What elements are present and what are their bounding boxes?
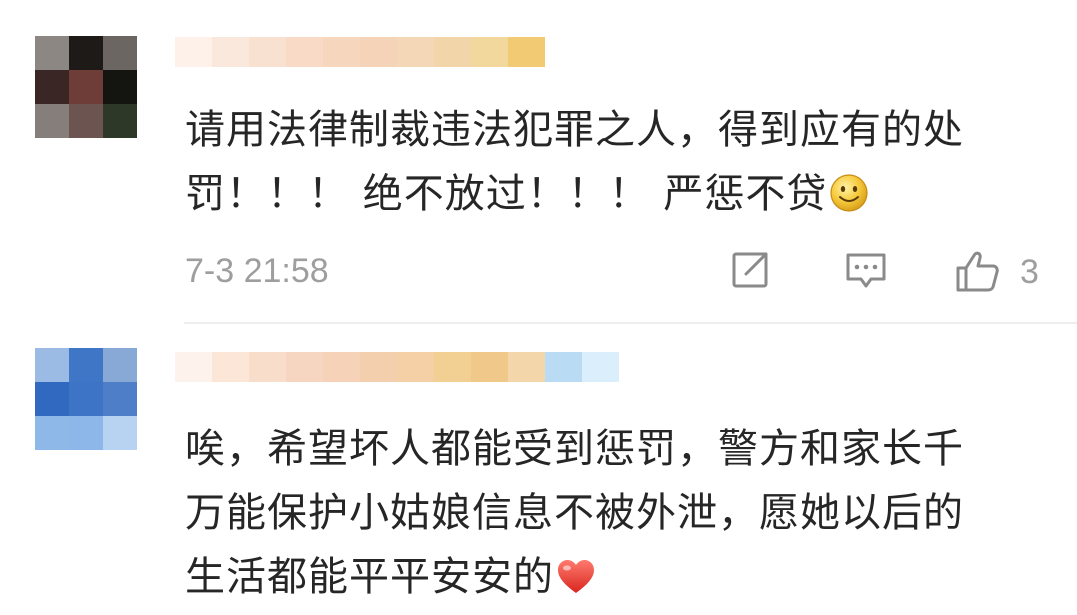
avatar-pixel	[35, 416, 69, 450]
avatar-pixel	[35, 348, 69, 382]
username-pixel	[582, 352, 619, 382]
share-edit-icon	[732, 252, 768, 288]
avatar-pixel	[35, 36, 69, 70]
username-pixel	[471, 352, 508, 382]
comment-text-line: 唉，希望坏人都能受到惩罚，警方和家长千	[185, 426, 964, 472]
username-pixel	[175, 352, 212, 382]
like-button[interactable]: 3	[954, 248, 1039, 296]
username-pixel	[286, 37, 323, 67]
username-pixel	[397, 352, 434, 382]
comment-text-line: 罚！！！ 绝不放过！！！ 严惩不贷	[185, 162, 1055, 232]
username-pixel	[249, 37, 286, 67]
divider	[184, 322, 1077, 324]
username-pixel	[212, 37, 249, 67]
reply-button[interactable]	[843, 248, 889, 292]
avatar-pixel	[35, 382, 69, 416]
avatar-pixel	[103, 104, 137, 138]
username-redacted[interactable]	[175, 37, 545, 67]
username-pixel	[508, 352, 545, 382]
username-pixel	[175, 37, 212, 67]
avatar-pixel	[35, 70, 69, 104]
avatar-pixel	[69, 70, 103, 104]
avatar-pixel	[69, 348, 103, 382]
like-count: 3	[1020, 252, 1039, 291]
comment-item: 唉，希望坏人都能受到惩罚，警方和家长千 万能保护小姑娘信息不被外泄，愿她以后的 …	[0, 326, 1077, 611]
avatar-pixel	[103, 70, 137, 104]
avatar-pixel	[69, 104, 103, 138]
username-pixel	[249, 352, 286, 382]
username-pixel	[397, 37, 434, 67]
smiley-emoji	[829, 168, 869, 232]
comment-icon	[846, 253, 886, 288]
username-pixel	[323, 352, 360, 382]
comment-text: 唉，希望坏人都能受到惩罚，警方和家长千 万能保护小姑娘信息不被外泄，愿她以后的 …	[185, 417, 1055, 615]
username-pixel	[434, 37, 471, 67]
avatar-pixel	[69, 416, 103, 450]
comment-text: 请用法律制裁违法犯罪之人，得到应有的处 罚！！！ 绝不放过！！！ 严惩不贷	[185, 98, 1055, 232]
avatar-pixel	[103, 382, 137, 416]
username-pixel	[323, 37, 360, 67]
comment-text-line-content: 生活都能平平安安的	[185, 554, 554, 600]
username-pixel	[286, 352, 323, 382]
avatar[interactable]	[35, 36, 137, 138]
username-pixel	[360, 352, 397, 382]
avatar-pixel	[69, 382, 103, 416]
comment-text-line: 请用法律制裁违法犯罪之人，得到应有的处	[185, 107, 964, 153]
avatar-pixel	[103, 416, 137, 450]
timestamp: 7-3 21:58	[185, 252, 329, 290]
repost-button[interactable]	[728, 248, 772, 292]
username-pixel	[360, 37, 397, 67]
avatar-pixel	[35, 104, 69, 138]
comment-text-line: 万能保护小姑娘信息不被外泄，愿她以后的	[185, 490, 964, 536]
username-redacted[interactable]	[175, 352, 619, 382]
heart-emoji	[556, 551, 596, 615]
avatar-pixel	[103, 36, 137, 70]
avatar-pixel	[103, 348, 137, 382]
comment-text-line: 生活都能平平安安的	[185, 545, 1055, 615]
thumbs-up-icon	[956, 251, 999, 292]
username-pixel	[508, 37, 545, 67]
avatar[interactable]	[35, 348, 137, 450]
username-pixel	[471, 37, 508, 67]
comment-item: 请用法律制裁违法犯罪之人，得到应有的处 罚！！！ 绝不放过！！！ 严惩不贷 7-…	[0, 0, 1077, 326]
username-pixel	[212, 352, 249, 382]
avatar-pixel	[69, 36, 103, 70]
username-pixel	[434, 352, 471, 382]
username-pixel	[545, 352, 582, 382]
comment-text-line-content: 罚！！！ 绝不放过！！！ 严惩不贷	[185, 171, 828, 217]
